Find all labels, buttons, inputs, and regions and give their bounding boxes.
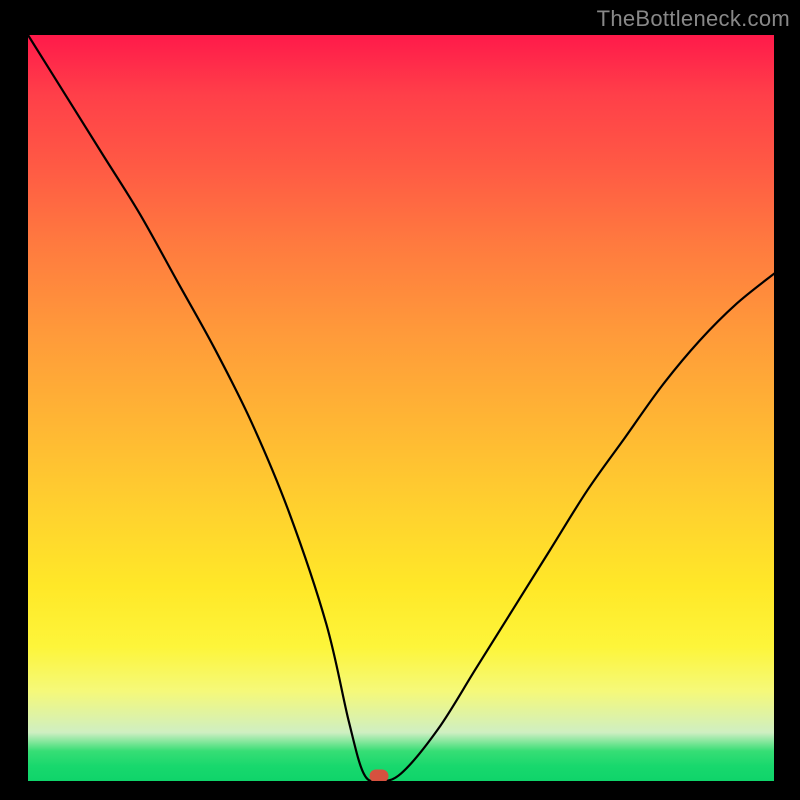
watermark-text: TheBottleneck.com [597, 6, 790, 32]
chart-container: TheBottleneck.com [0, 0, 800, 800]
bottleneck-curve [28, 35, 774, 781]
plot-area [28, 35, 774, 781]
optimal-marker [369, 770, 388, 782]
